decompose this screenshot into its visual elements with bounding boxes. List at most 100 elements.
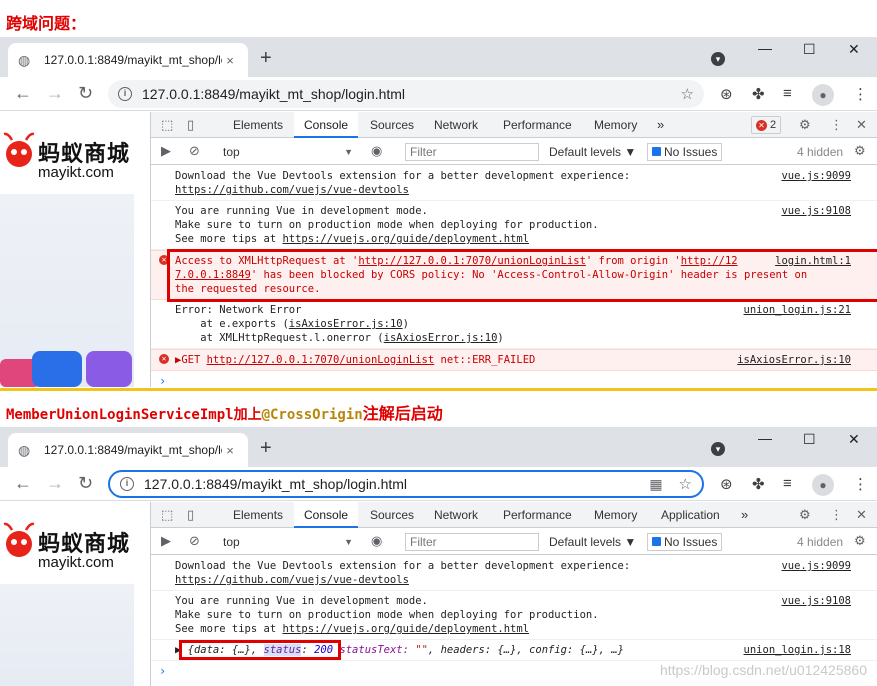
tab-network[interactable]: Network bbox=[434, 112, 478, 138]
minimize-icon[interactable]: — bbox=[758, 430, 772, 446]
window-close-icon[interactable]: ✕ bbox=[848, 41, 860, 58]
reload-icon[interactable]: ↻ bbox=[78, 83, 93, 104]
tab-memory[interactable]: Memory bbox=[594, 502, 637, 528]
new-tab-button[interactable]: + bbox=[260, 47, 272, 70]
source-link[interactable]: vue.js:9099 bbox=[781, 559, 851, 573]
device-toolbar-icon[interactable]: ▯ bbox=[187, 507, 194, 523]
media-icon[interactable]: ≡ bbox=[783, 475, 792, 492]
console-response-object[interactable]: ▶ {data: {…}, status: 200 statusText: ""… bbox=[151, 640, 877, 661]
source-link[interactable]: union_login.js:18 bbox=[744, 643, 851, 657]
message-link[interactable]: http://12 bbox=[681, 255, 738, 267]
browser-tab[interactable]: ◍ 127.0.0.1:8849/mayikt_mt_shop/login.ht… bbox=[8, 43, 248, 77]
extension-icon[interactable]: ⊛ bbox=[720, 85, 733, 103]
clear-console-icon[interactable]: ⊘ bbox=[189, 533, 200, 549]
tab-memory[interactable]: Memory bbox=[594, 112, 637, 138]
context-selector[interactable]: top ▼ bbox=[223, 533, 357, 551]
reload-icon[interactable]: ↻ bbox=[78, 473, 93, 494]
message-link[interactable]: http://127.0.0.1:7070/unionLoginList bbox=[358, 255, 586, 267]
sidebar-toggle-icon[interactable]: ▶ bbox=[161, 143, 171, 159]
bookmark-star-icon[interactable]: ☆ bbox=[679, 475, 692, 493]
log-levels-dropdown[interactable]: Default levels ▼ bbox=[549, 533, 636, 551]
qr-code-icon[interactable]: ▦ bbox=[649, 476, 662, 493]
site-logo[interactable]: 蚂蚁商城 mayikt.com bbox=[0, 122, 134, 192]
inspect-icon[interactable]: ⬚ bbox=[161, 117, 173, 133]
puzzle-icon[interactable]: ✤ bbox=[752, 85, 765, 103]
close-tab-icon[interactable]: × bbox=[222, 53, 238, 68]
message-link[interactable]: https://github.com/vuejs/vue-devtools bbox=[175, 184, 409, 196]
console-settings-icon[interactable]: ⚙ bbox=[854, 533, 866, 549]
issues-button[interactable]: No Issues bbox=[647, 533, 723, 551]
console-settings-icon[interactable]: ⚙ bbox=[854, 143, 866, 159]
tab-sources[interactable]: Sources bbox=[370, 112, 414, 138]
tab-performance[interactable]: Performance bbox=[503, 112, 572, 138]
message-link[interactable]: http://127.0.0.1:7070/unionLoginList bbox=[207, 354, 435, 366]
tab-console[interactable]: Console bbox=[294, 502, 359, 528]
back-icon[interactable]: ← bbox=[14, 83, 32, 104]
message-link[interactable]: https://vuejs.org/guide/deployment.html bbox=[282, 233, 529, 245]
more-options-icon[interactable]: ⋮ bbox=[830, 117, 843, 133]
close-devtools-icon[interactable]: ✕ bbox=[856, 507, 867, 523]
address-bar[interactable]: i 127.0.0.1:8849/mayikt_mt_shop/login.ht… bbox=[108, 80, 704, 108]
eye-icon[interactable]: ◉ bbox=[371, 143, 382, 159]
expand-toggle[interactable]: ▶GET bbox=[175, 354, 207, 366]
settings-gear-icon[interactable]: ⚙ bbox=[799, 117, 811, 133]
close-devtools-icon[interactable]: ✕ bbox=[856, 117, 867, 133]
object-preview-open[interactable]: ▶ {data: {…}, bbox=[175, 644, 264, 656]
close-tab-icon[interactable]: × bbox=[222, 443, 238, 458]
tab-network[interactable]: Network bbox=[434, 502, 478, 528]
maximize-icon[interactable]: ☐ bbox=[803, 41, 816, 58]
tab-elements[interactable]: Elements bbox=[233, 112, 283, 138]
puzzle-icon[interactable]: ✤ bbox=[752, 475, 765, 493]
issues-button[interactable]: No Issues bbox=[647, 143, 723, 161]
maximize-icon[interactable]: ☐ bbox=[803, 431, 816, 448]
source-link[interactable]: isAxiosError.js:10 bbox=[737, 353, 851, 367]
new-tab-button[interactable]: + bbox=[260, 437, 272, 460]
avatar[interactable]: ● bbox=[812, 474, 834, 496]
tab-elements[interactable]: Elements bbox=[233, 502, 283, 528]
more-options-icon[interactable]: ⋮ bbox=[830, 507, 843, 523]
bookmark-star-icon[interactable]: ☆ bbox=[681, 85, 694, 103]
message-link[interactable]: 7.0.0.1:8849 bbox=[175, 269, 251, 281]
device-toolbar-icon[interactable]: ▯ bbox=[187, 117, 194, 133]
menu-icon[interactable]: ⋮ bbox=[853, 85, 868, 103]
console-prompt[interactable]: › bbox=[151, 371, 877, 387]
forward-icon[interactable]: → bbox=[46, 83, 64, 104]
more-tabs-icon[interactable]: » bbox=[657, 117, 664, 132]
eye-icon[interactable]: ◉ bbox=[371, 533, 382, 549]
browser-tab[interactable]: ◍ 127.0.0.1:8849/mayikt_mt_shop/login.ht… bbox=[8, 433, 248, 467]
source-link[interactable]: vue.js:9108 bbox=[781, 594, 851, 608]
extension-icon[interactable]: ⊛ bbox=[720, 475, 733, 493]
message-link[interactable]: isAxiosError.js:10 bbox=[384, 332, 498, 344]
source-link[interactable]: union_login.js:21 bbox=[744, 303, 851, 317]
console-filter-input[interactable]: Filter bbox=[405, 533, 539, 551]
back-icon[interactable]: ← bbox=[14, 473, 32, 494]
media-icon[interactable]: ≡ bbox=[783, 85, 792, 102]
error-count-badge[interactable]: ✕ 2 bbox=[751, 116, 782, 134]
forward-icon[interactable]: → bbox=[46, 473, 64, 494]
console-filter-input[interactable]: Filter bbox=[405, 143, 539, 161]
window-close-icon[interactable]: ✕ bbox=[848, 431, 860, 448]
sidebar-toggle-icon[interactable]: ▶ bbox=[161, 533, 171, 549]
source-link[interactable]: vue.js:9108 bbox=[781, 204, 851, 218]
inspect-icon[interactable]: ⬚ bbox=[161, 507, 173, 523]
message-link[interactable]: https://github.com/vuejs/vue-devtools bbox=[175, 574, 409, 586]
tab-search-icon[interactable]: ▾ bbox=[711, 52, 725, 66]
tab-performance[interactable]: Performance bbox=[503, 502, 572, 528]
context-selector[interactable]: top ▼ bbox=[223, 143, 357, 161]
settings-gear-icon[interactable]: ⚙ bbox=[799, 507, 811, 523]
avatar[interactable]: ● bbox=[812, 84, 834, 106]
minimize-icon[interactable]: — bbox=[758, 40, 772, 56]
message-link[interactable]: https://vuejs.org/guide/deployment.html bbox=[282, 623, 529, 635]
source-link[interactable]: login.html:1 bbox=[775, 254, 851, 268]
log-levels-dropdown[interactable]: Default levels ▼ bbox=[549, 143, 636, 161]
tab-search-icon[interactable]: ▾ bbox=[711, 442, 725, 456]
message-link[interactable]: isAxiosError.js:10 bbox=[289, 318, 403, 330]
more-tabs-icon[interactable]: » bbox=[741, 507, 748, 522]
tab-console[interactable]: Console bbox=[294, 112, 359, 138]
site-info-icon[interactable]: i bbox=[120, 477, 134, 491]
source-link[interactable]: vue.js:9099 bbox=[781, 169, 851, 183]
site-info-icon[interactable]: i bbox=[118, 87, 132, 101]
clear-console-icon[interactable]: ⊘ bbox=[189, 143, 200, 159]
menu-icon[interactable]: ⋮ bbox=[853, 475, 868, 493]
address-bar[interactable]: i 127.0.0.1:8849/mayikt_mt_shop/login.ht… bbox=[108, 470, 704, 498]
